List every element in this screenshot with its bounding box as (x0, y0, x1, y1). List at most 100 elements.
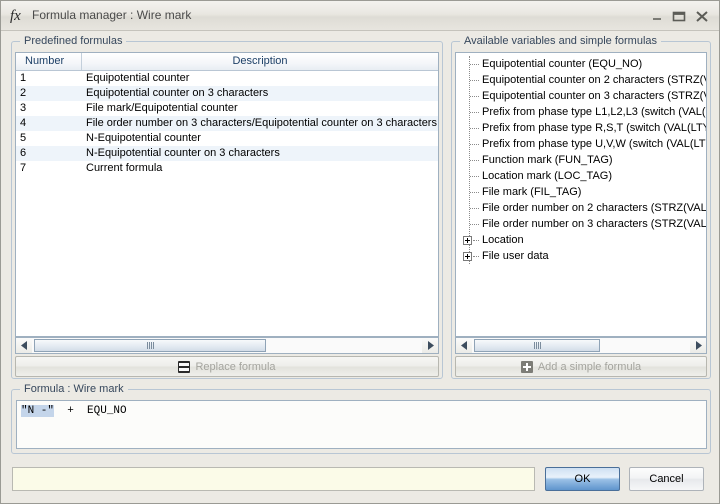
table-row[interactable]: 1 Equipotential counter (16, 71, 438, 86)
tree-item[interactable]: Prefix from phase type R,S,T (switch (VA… (456, 120, 706, 136)
close-icon[interactable] (694, 9, 710, 24)
cell-number: 7 (20, 162, 27, 174)
expand-plus-icon[interactable] (463, 236, 472, 245)
table-row[interactable]: 2 Equipotential counter on 3 characters (16, 86, 438, 101)
tree-connector-icon (470, 224, 479, 225)
column-header-number[interactable]: Number (16, 53, 82, 70)
formula-manager-dialog: fx Formula manager : Wire mark Predefine… (0, 0, 720, 504)
grid-header-row: Number Description (16, 53, 438, 71)
tree-item[interactable]: Equipotential counter on 3 characters (S… (456, 88, 706, 104)
tree-connector-icon (470, 176, 479, 177)
tree-item-label: File mark (FIL_TAG) (482, 186, 582, 198)
cell-number: 3 (20, 102, 27, 114)
scroll-grip-icon (146, 342, 154, 349)
cell-description: File order number on 3 characters/Equipo… (86, 117, 437, 129)
expand-plus-icon[interactable] (463, 252, 472, 261)
cell-description: N-Equipotential counter on 3 characters (86, 147, 280, 159)
tree-inner: Equipotential counter (EQU_NO) Equipotent… (456, 53, 706, 264)
tree-body: Equipotential counter (EQU_NO) Equipotent… (456, 56, 706, 264)
formula-selected-token[interactable]: "N -" (21, 405, 55, 417)
formula-fx-icon: fx (10, 8, 21, 24)
tree-connector-icon (470, 144, 479, 145)
grid-scroll-thumb[interactable] (34, 339, 266, 352)
formula-remaining-text: + EQU_NO (54, 405, 127, 417)
maximize-icon[interactable] (671, 9, 687, 24)
tree-item[interactable]: Equipotential counter on 2 characters (S… (456, 72, 706, 88)
ok-button[interactable]: OK (545, 467, 620, 491)
formula-group: Formula : Wire mark "N -" + EQU_NO (11, 383, 711, 454)
scroll-grip-icon (533, 342, 541, 349)
tree-item-label: Prefix from phase type R,S,T (switch (VA… (482, 122, 706, 134)
tree-connector-icon (470, 64, 479, 65)
tree-item[interactable]: Prefix from phase type U,V,W (switch (VA… (456, 136, 706, 152)
tree-item-label: Location (482, 234, 524, 246)
table-row[interactable]: 7 Current formula (16, 161, 438, 176)
table-row[interactable]: 5 N-Equipotential counter (16, 131, 438, 146)
tree-item-label: File order number on 2 characters (STRZ(… (482, 202, 706, 214)
predefined-formulas-title: Predefined formulas (20, 35, 127, 47)
tree-connector-icon (470, 80, 479, 81)
replace-formula-button[interactable]: Replace formula (15, 356, 439, 377)
tree-item[interactable]: Function mark (FUN_TAG) (456, 152, 706, 168)
tree-scroll-thumb[interactable] (474, 339, 600, 352)
tree-item[interactable]: File order number on 3 characters (STRZ(… (456, 216, 706, 232)
tree-item-label: Equipotential counter on 2 characters (S… (482, 74, 706, 86)
scroll-left-icon[interactable] (16, 338, 32, 353)
formula-editor[interactable]: "N -" + EQU_NO (16, 400, 707, 449)
formula-text: "N -" + EQU_NO (21, 404, 702, 418)
predefined-formulas-group: Predefined formulas Number Description 1… (11, 35, 443, 379)
table-row[interactable]: 3 File mark/Equipotential counter (16, 101, 438, 116)
tree-item[interactable]: Location mark (LOC_TAG) (456, 168, 706, 184)
tree-item-label: Location mark (LOC_TAG) (482, 170, 613, 182)
tree-connector-icon (470, 112, 479, 113)
table-row[interactable]: 6 N-Equipotential counter on 3 characters (16, 146, 438, 161)
scroll-right-icon[interactable] (690, 338, 706, 353)
minimize-icon[interactable] (649, 9, 665, 24)
column-header-description[interactable]: Description (82, 53, 438, 70)
tree-item-label: Function mark (FUN_TAG) (482, 154, 613, 166)
cell-number: 5 (20, 132, 27, 144)
cell-description: N-Equipotential counter (86, 132, 201, 144)
tree-item[interactable]: Prefix from phase type L1,L2,L3 (switch … (456, 104, 706, 120)
available-variables-group: Available variables and simple formulas … (451, 35, 711, 379)
cell-description: Current formula (86, 162, 163, 174)
tree-item[interactable]: Equipotential counter (EQU_NO) (456, 56, 706, 72)
plus-icon (520, 360, 533, 373)
grid-scroll-track[interactable] (32, 338, 422, 353)
scroll-left-icon[interactable] (456, 338, 472, 353)
cell-number: 6 (20, 147, 27, 159)
tree-item[interactable]: File order number on 2 characters (STRZ(… (456, 200, 706, 216)
tree-horizontal-scrollbar[interactable] (455, 337, 707, 354)
title-bar: fx Formula manager : Wire mark (1, 1, 719, 31)
tree-connector-icon (470, 96, 479, 97)
replace-formula-label: Replace formula (195, 360, 276, 373)
cancel-button[interactable]: Cancel (629, 467, 704, 491)
tree-item-label: Equipotential counter on 3 characters (S… (482, 90, 706, 102)
status-field[interactable] (12, 467, 535, 491)
tree-item[interactable]: Location (456, 232, 706, 248)
tree-connector-icon (473, 240, 479, 241)
replace-icon (178, 360, 191, 373)
tree-item[interactable]: File mark (FIL_TAG) (456, 184, 706, 200)
cell-number: 1 (20, 72, 27, 84)
tree-item-label: Prefix from phase type U,V,W (switch (VA… (482, 138, 706, 150)
cell-number: 2 (20, 87, 27, 99)
tree-item[interactable]: File user data (456, 248, 706, 264)
tree-scroll-track[interactable] (472, 338, 690, 353)
tree-item-label: Equipotential counter (EQU_NO) (482, 58, 643, 70)
tree-item-label: File order number on 3 characters (STRZ(… (482, 218, 706, 230)
tree-connector-icon (470, 128, 479, 129)
window-title: Formula manager : Wire mark (32, 8, 192, 22)
cell-description: Equipotential counter on 3 characters (86, 87, 269, 99)
add-simple-formula-label: Add a simple formula (537, 360, 642, 373)
predefined-formulas-grid[interactable]: Number Description 1 Equipotential counte… (15, 52, 439, 337)
scroll-right-icon[interactable] (422, 338, 438, 353)
tree-connector-icon (470, 160, 479, 161)
tree-connector-icon (470, 192, 479, 193)
available-variables-tree[interactable]: Equipotential counter (EQU_NO) Equipotent… (455, 52, 707, 337)
add-simple-formula-button[interactable]: Add a simple formula (455, 356, 707, 377)
grid-horizontal-scrollbar[interactable] (15, 337, 439, 354)
table-row[interactable]: 4 File order number on 3 characters/Equip… (16, 116, 438, 131)
tree-connector-icon (470, 208, 479, 209)
tree-connector-icon (473, 256, 479, 257)
